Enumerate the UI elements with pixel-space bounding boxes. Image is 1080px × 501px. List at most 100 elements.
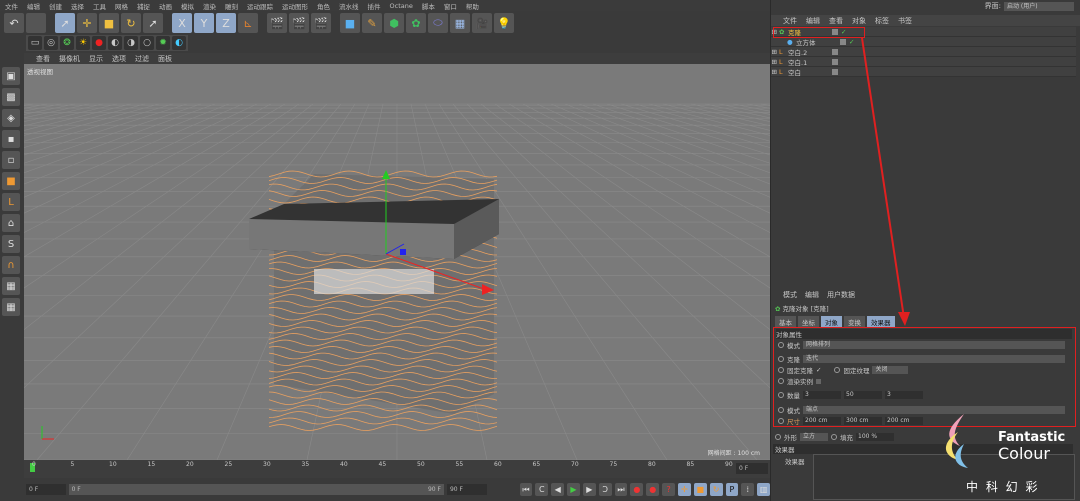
end-frame-field[interactable]: 90 F bbox=[446, 484, 487, 495]
expand-icon[interactable]: ⊞ bbox=[771, 68, 779, 76]
menu-item-19[interactable]: 帮助 bbox=[466, 1, 479, 11]
go-to-end-button[interactable]: ⏭ bbox=[614, 483, 628, 496]
object-row[interactable]: ● 立方体 ✓ bbox=[771, 37, 1076, 47]
menu-item-17[interactable]: 脚本 bbox=[422, 1, 435, 11]
am-menu-item-0[interactable]: 模式 bbox=[783, 290, 797, 300]
timeline-ruler[interactable]: 0 5 10 15 20 25 30 35 40 45 50 55 60 65 70 75 80 85 90 0 F bbox=[24, 460, 770, 478]
render-view-button[interactable]: 🎬 bbox=[267, 13, 287, 33]
mode-dropdown[interactable]: 网格排列 bbox=[803, 341, 1065, 349]
am-menu-item-1[interactable]: 编辑 bbox=[805, 290, 819, 300]
viewport-menu-item-3[interactable]: 选项 bbox=[112, 54, 126, 64]
menu-item-16[interactable]: Octane bbox=[390, 2, 413, 10]
object-row[interactable]: ⊞ L 空白.1 bbox=[771, 57, 1076, 67]
coordinate-system-button[interactable]: ⊾ bbox=[238, 13, 258, 33]
polygons-mode-icon[interactable]: ■ bbox=[2, 172, 20, 190]
anim-dot[interactable] bbox=[775, 434, 781, 440]
prev-key-button[interactable]: C bbox=[535, 483, 549, 496]
undo-button[interactable]: ↶ bbox=[4, 13, 24, 33]
viewport-menu-item-1[interactable]: 摄像机 bbox=[59, 54, 80, 64]
prev-frame-button[interactable]: ◀ bbox=[551, 483, 565, 496]
cloner-icon[interactable]: ✿ bbox=[406, 13, 426, 33]
menu-item-14[interactable]: 流水线 bbox=[339, 1, 359, 11]
size-z-field[interactable]: 200 cm bbox=[885, 417, 923, 425]
shape-dropdown[interactable]: 立方 bbox=[800, 433, 828, 441]
snap-icon[interactable]: ❂ bbox=[60, 36, 74, 50]
edges-mode-icon[interactable]: ▫ bbox=[2, 151, 20, 169]
anim-dot[interactable] bbox=[778, 418, 784, 424]
object-row[interactable]: ⊞ L 空白.2 bbox=[771, 47, 1076, 57]
sphere-icon[interactable]: ◐ bbox=[108, 36, 122, 50]
redo-button[interactable] bbox=[26, 13, 46, 33]
tweak-icon[interactable]: ⌂ bbox=[2, 214, 20, 232]
menu-item-10[interactable]: 雕刻 bbox=[225, 1, 238, 11]
menu-item-18[interactable]: 窗口 bbox=[444, 1, 457, 11]
points-mode-icon[interactable]: ▪ bbox=[2, 130, 20, 148]
floor-icon[interactable]: ▦ bbox=[450, 13, 470, 33]
model-mode-icon[interactable]: ▣ bbox=[2, 67, 20, 85]
anim-dot[interactable] bbox=[778, 342, 784, 348]
anim-dot[interactable] bbox=[834, 367, 841, 373]
record-icon[interactable]: ● bbox=[92, 36, 106, 50]
next-key-button[interactable]: Ɔ bbox=[598, 483, 612, 496]
subdivision-icon[interactable]: ⬢ bbox=[384, 13, 404, 33]
magnet-icon[interactable]: ∩ bbox=[2, 256, 20, 274]
menu-item-3[interactable]: 选择 bbox=[71, 1, 84, 11]
fix-texture-dropdown[interactable]: 关闭 bbox=[872, 366, 909, 374]
sphere-light-icon[interactable]: ○ bbox=[140, 36, 154, 50]
om-menu-item-4[interactable]: 标签 bbox=[875, 16, 889, 26]
layer-icon[interactable] bbox=[832, 58, 838, 65]
fix-clone-checkbox[interactable]: ✓ bbox=[816, 366, 821, 374]
contrast-icon[interactable]: ◐ bbox=[172, 36, 186, 50]
om-menu-item-3[interactable]: 对象 bbox=[852, 16, 866, 26]
menu-item-0[interactable]: 文件 bbox=[5, 1, 18, 11]
size-x-field[interactable]: 200 cm bbox=[803, 417, 841, 425]
texture-mode-icon[interactable]: ▩ bbox=[2, 88, 20, 106]
menu-item-12[interactable]: 运动图形 bbox=[282, 1, 308, 11]
expand-icon[interactable]: ⊞ bbox=[771, 48, 779, 56]
viewport-menu-item-5[interactable]: 面板 bbox=[158, 54, 172, 64]
rotate-tool-button[interactable]: ↻ bbox=[121, 13, 141, 33]
anim-dot[interactable] bbox=[831, 434, 837, 440]
snap-toggle-icon[interactable]: S bbox=[2, 235, 20, 253]
count-y-field[interactable]: 50 bbox=[844, 391, 882, 399]
auto-key-button[interactable]: ● bbox=[646, 483, 660, 496]
menu-item-15[interactable]: 插件 bbox=[368, 1, 381, 11]
key-position-button[interactable]: ✛ bbox=[677, 483, 691, 496]
layer-icon[interactable] bbox=[832, 48, 838, 55]
interface-dropdown[interactable]: 启动 (用户) bbox=[1004, 1, 1074, 11]
menu-item-5[interactable]: 网格 bbox=[115, 1, 128, 11]
key-pla-button[interactable]: ⁞ bbox=[741, 483, 755, 496]
om-menu-item-0[interactable]: 文件 bbox=[783, 16, 797, 26]
start-frame-field[interactable]: 0 F bbox=[26, 484, 66, 495]
keyframe-selection-button[interactable]: ? bbox=[662, 483, 675, 496]
record-button[interactable]: ● bbox=[630, 483, 644, 496]
viewport-menu-item-2[interactable]: 显示 bbox=[89, 54, 103, 64]
scale-tool-button[interactable]: ■ bbox=[99, 13, 119, 33]
menu-item-13[interactable]: 角色 bbox=[317, 1, 330, 11]
recent-tool-button[interactable]: ➚ bbox=[143, 13, 163, 33]
cube-icon[interactable]: ■ bbox=[340, 13, 360, 33]
grid-icon[interactable]: ▦ bbox=[2, 298, 20, 316]
key-rotation-button[interactable]: ↻ bbox=[709, 483, 723, 496]
camera-icon[interactable]: 🎥 bbox=[472, 13, 492, 33]
viewport-menu-item-4[interactable]: 过滤 bbox=[135, 54, 149, 64]
om-menu-item-2[interactable]: 查看 bbox=[829, 16, 843, 26]
menu-item-1[interactable]: 编辑 bbox=[27, 1, 40, 11]
x-axis-button[interactable]: X bbox=[172, 13, 192, 33]
expand-icon[interactable]: ⊞ bbox=[771, 58, 779, 66]
anim-dot[interactable] bbox=[778, 378, 784, 384]
current-frame-field[interactable]: 0 F bbox=[736, 463, 768, 474]
menu-item-7[interactable]: 动画 bbox=[159, 1, 172, 11]
count-z-field[interactable]: 3 bbox=[885, 391, 923, 399]
render-mode-icon[interactable]: ▭ bbox=[28, 36, 42, 50]
viewport[interactable]: 透视视图 网格间距 : 100 cm bbox=[24, 64, 770, 460]
size-y-field[interactable]: 300 cm bbox=[844, 417, 882, 425]
viewport-menu-item-0[interactable]: 查看 bbox=[36, 54, 50, 64]
check-icon[interactable]: ✓ bbox=[849, 38, 854, 46]
render-picture-viewer-button[interactable]: 🎬 bbox=[289, 13, 309, 33]
sphere-dark-icon[interactable]: ◑ bbox=[124, 36, 138, 50]
anim-dot[interactable] bbox=[778, 392, 784, 398]
menu-item-2[interactable]: 创建 bbox=[49, 1, 62, 11]
workplane-icon[interactable]: ◈ bbox=[2, 109, 20, 127]
om-menu-item-5[interactable]: 书签 bbox=[898, 16, 912, 26]
